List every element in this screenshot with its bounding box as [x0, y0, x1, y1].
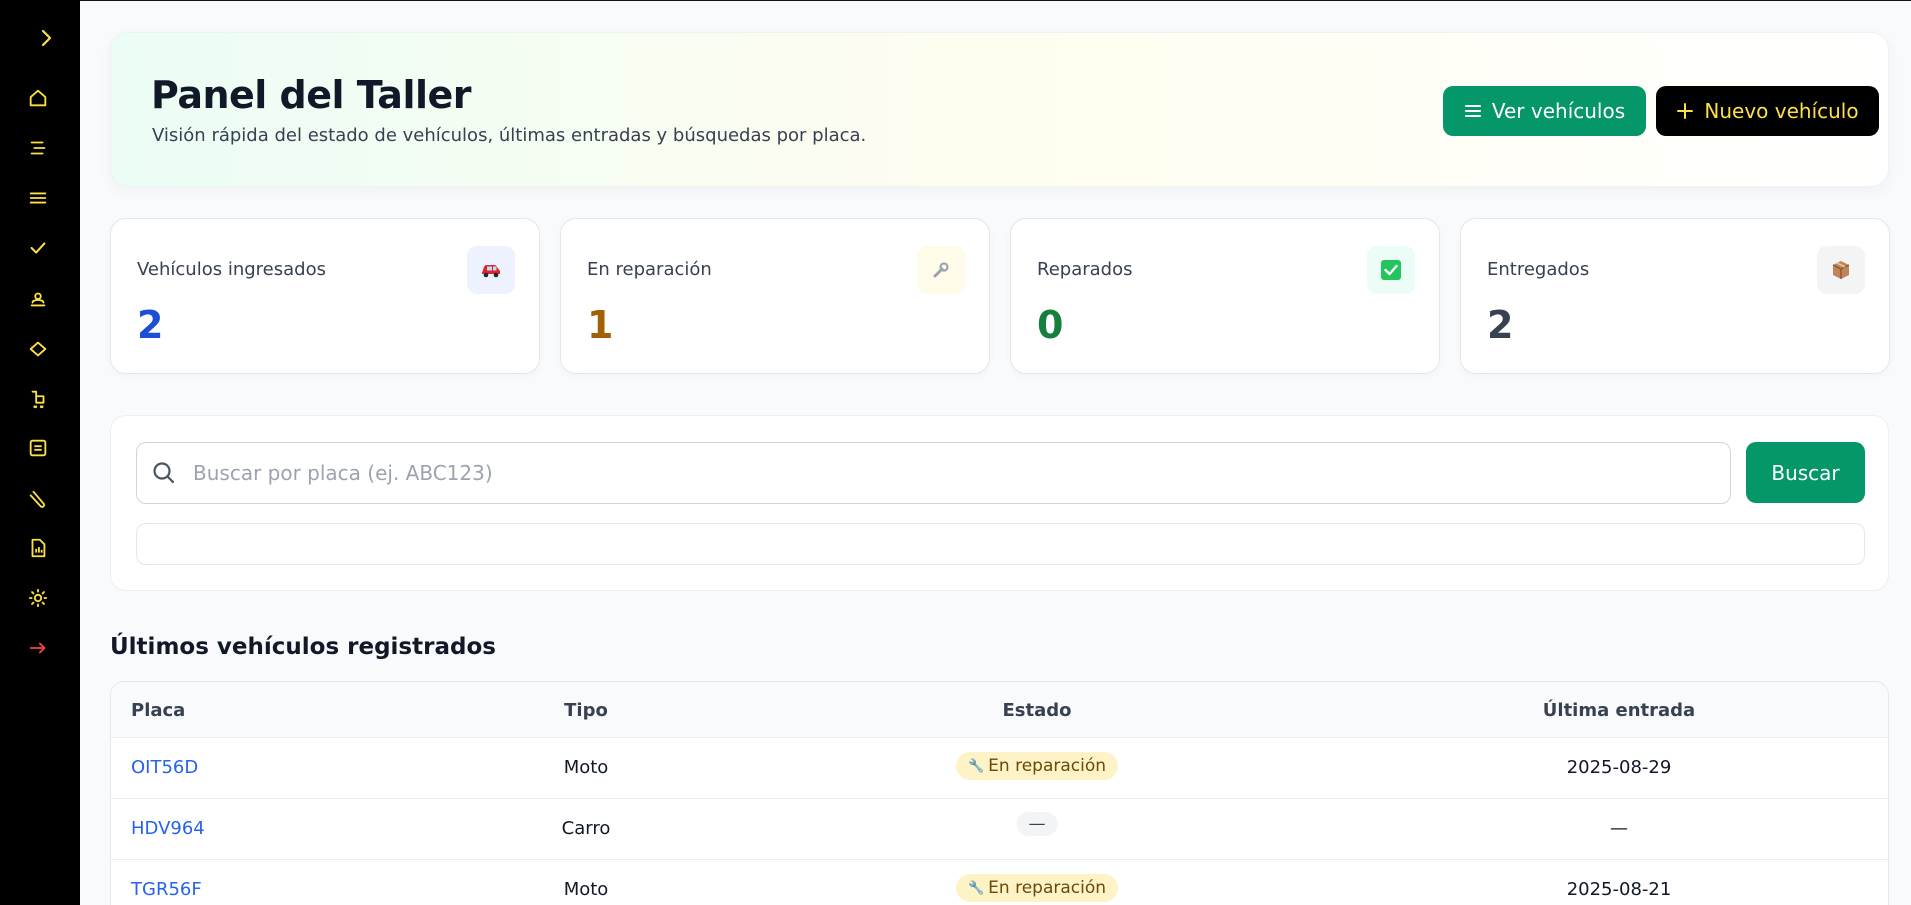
column-header-plate: Placa — [131, 700, 186, 721]
stat-card-reparacion: En reparación 1 — [560, 218, 990, 374]
column-header-type: Tipo — [564, 700, 608, 721]
chevron-right-icon[interactable] — [36, 28, 56, 48]
type-cell: Moto — [563, 879, 609, 900]
package-icon — [1817, 246, 1865, 294]
type-cell: Carro — [561, 818, 611, 839]
list-icon[interactable] — [26, 186, 50, 210]
plate-search-panel: Buscar — [110, 415, 1889, 591]
top-divider — [80, 0, 1911, 1]
stat-card-ingresados: Vehículos ingresados 2 — [110, 218, 540, 374]
last-entry-cell: 2025-08-29 — [1566, 757, 1672, 778]
plate-link[interactable]: HDV964 — [131, 818, 205, 839]
status-badge: 🔧 En reparación — [955, 752, 1119, 780]
check-box-icon — [1367, 246, 1415, 294]
dashboard-header: Panel del Taller Visión rápida del estad… — [110, 32, 1889, 187]
status-badge: — — [1016, 812, 1058, 836]
car-icon — [467, 246, 515, 294]
main-content: Panel del Taller Visión rápida del estad… — [80, 0, 1911, 905]
align-left-icon[interactable] — [26, 136, 50, 160]
type-cell: Moto — [563, 757, 609, 778]
stat-card-reparados: Reparados 0 — [1010, 218, 1440, 374]
stat-card-entregados: Entregados 2 — [1460, 218, 1890, 374]
cart-icon[interactable] — [26, 387, 50, 411]
new-vehicle-button[interactable]: Nuevo vehículo — [1656, 86, 1879, 136]
user-icon[interactable] — [26, 287, 50, 311]
search-input[interactable] — [193, 461, 1693, 485]
stat-label: En reparación — [587, 259, 712, 280]
table-header: Placa Tipo Estado Última entrada — [111, 682, 1888, 738]
column-header-last-entry: Última entrada — [1542, 700, 1696, 721]
status-badge: 🔧 En reparación — [955, 874, 1119, 902]
stat-value: 2 — [1487, 303, 1514, 347]
view-vehicles-label: Ver vehículos — [1491, 99, 1626, 123]
plus-icon — [1677, 103, 1694, 119]
settings-icon[interactable] — [26, 586, 50, 610]
column-header-status: Estado — [1002, 700, 1072, 721]
search-icon — [153, 462, 175, 484]
stat-label: Reparados — [1037, 259, 1133, 280]
plate-link[interactable]: OIT56D — [131, 757, 198, 778]
view-vehicles-button[interactable]: Ver vehículos — [1443, 86, 1646, 136]
list-icon — [1464, 105, 1481, 117]
last-entry-cell: — — [1610, 818, 1628, 839]
page-title: Panel del Taller — [151, 73, 472, 117]
wrench-icon: 🔧 — [967, 758, 985, 774]
table-row[interactable]: HDV964 Carro — — — [111, 799, 1888, 860]
stat-value: 2 — [137, 303, 164, 347]
plate-link[interactable]: TGR56F — [131, 879, 202, 900]
search-field[interactable] — [136, 442, 1731, 504]
page-subtitle: Visión rápida del estado de vehículos, ú… — [152, 125, 867, 146]
recent-vehicles-title: Últimos vehículos registrados — [110, 634, 496, 660]
table-row[interactable]: TGR56F Moto 🔧 En reparación 2025-08-21 — [111, 860, 1888, 905]
wrench-icon: 🔧 — [967, 880, 985, 896]
wrench-icon — [917, 246, 965, 294]
stat-value: 1 — [587, 303, 614, 347]
logout-icon[interactable] — [26, 636, 50, 660]
sidebar — [0, 0, 80, 905]
check-icon[interactable] — [26, 236, 50, 260]
status-text: — — [1016, 812, 1058, 836]
search-button[interactable]: Buscar — [1746, 442, 1865, 503]
table-row[interactable]: OIT56D Moto 🔧 En reparación 2025-08-29 — [111, 738, 1888, 799]
report-icon[interactable] — [26, 536, 50, 560]
stat-label: Vehículos ingresados — [137, 259, 326, 280]
recent-vehicles-table: Placa Tipo Estado Última entrada OIT56D … — [110, 681, 1889, 905]
last-entry-cell: 2025-08-21 — [1566, 879, 1672, 900]
layers-icon[interactable] — [26, 337, 50, 361]
wrench-icon[interactable] — [26, 487, 50, 511]
document-icon[interactable] — [26, 436, 50, 460]
new-vehicle-label: Nuevo vehículo — [1704, 99, 1859, 123]
status-text: En reparación — [988, 756, 1107, 776]
status-text: En reparación — [988, 878, 1107, 898]
search-result-area — [136, 523, 1865, 565]
stat-value: 0 — [1037, 303, 1064, 347]
stat-label: Entregados — [1487, 259, 1590, 280]
home-icon[interactable] — [26, 86, 50, 110]
